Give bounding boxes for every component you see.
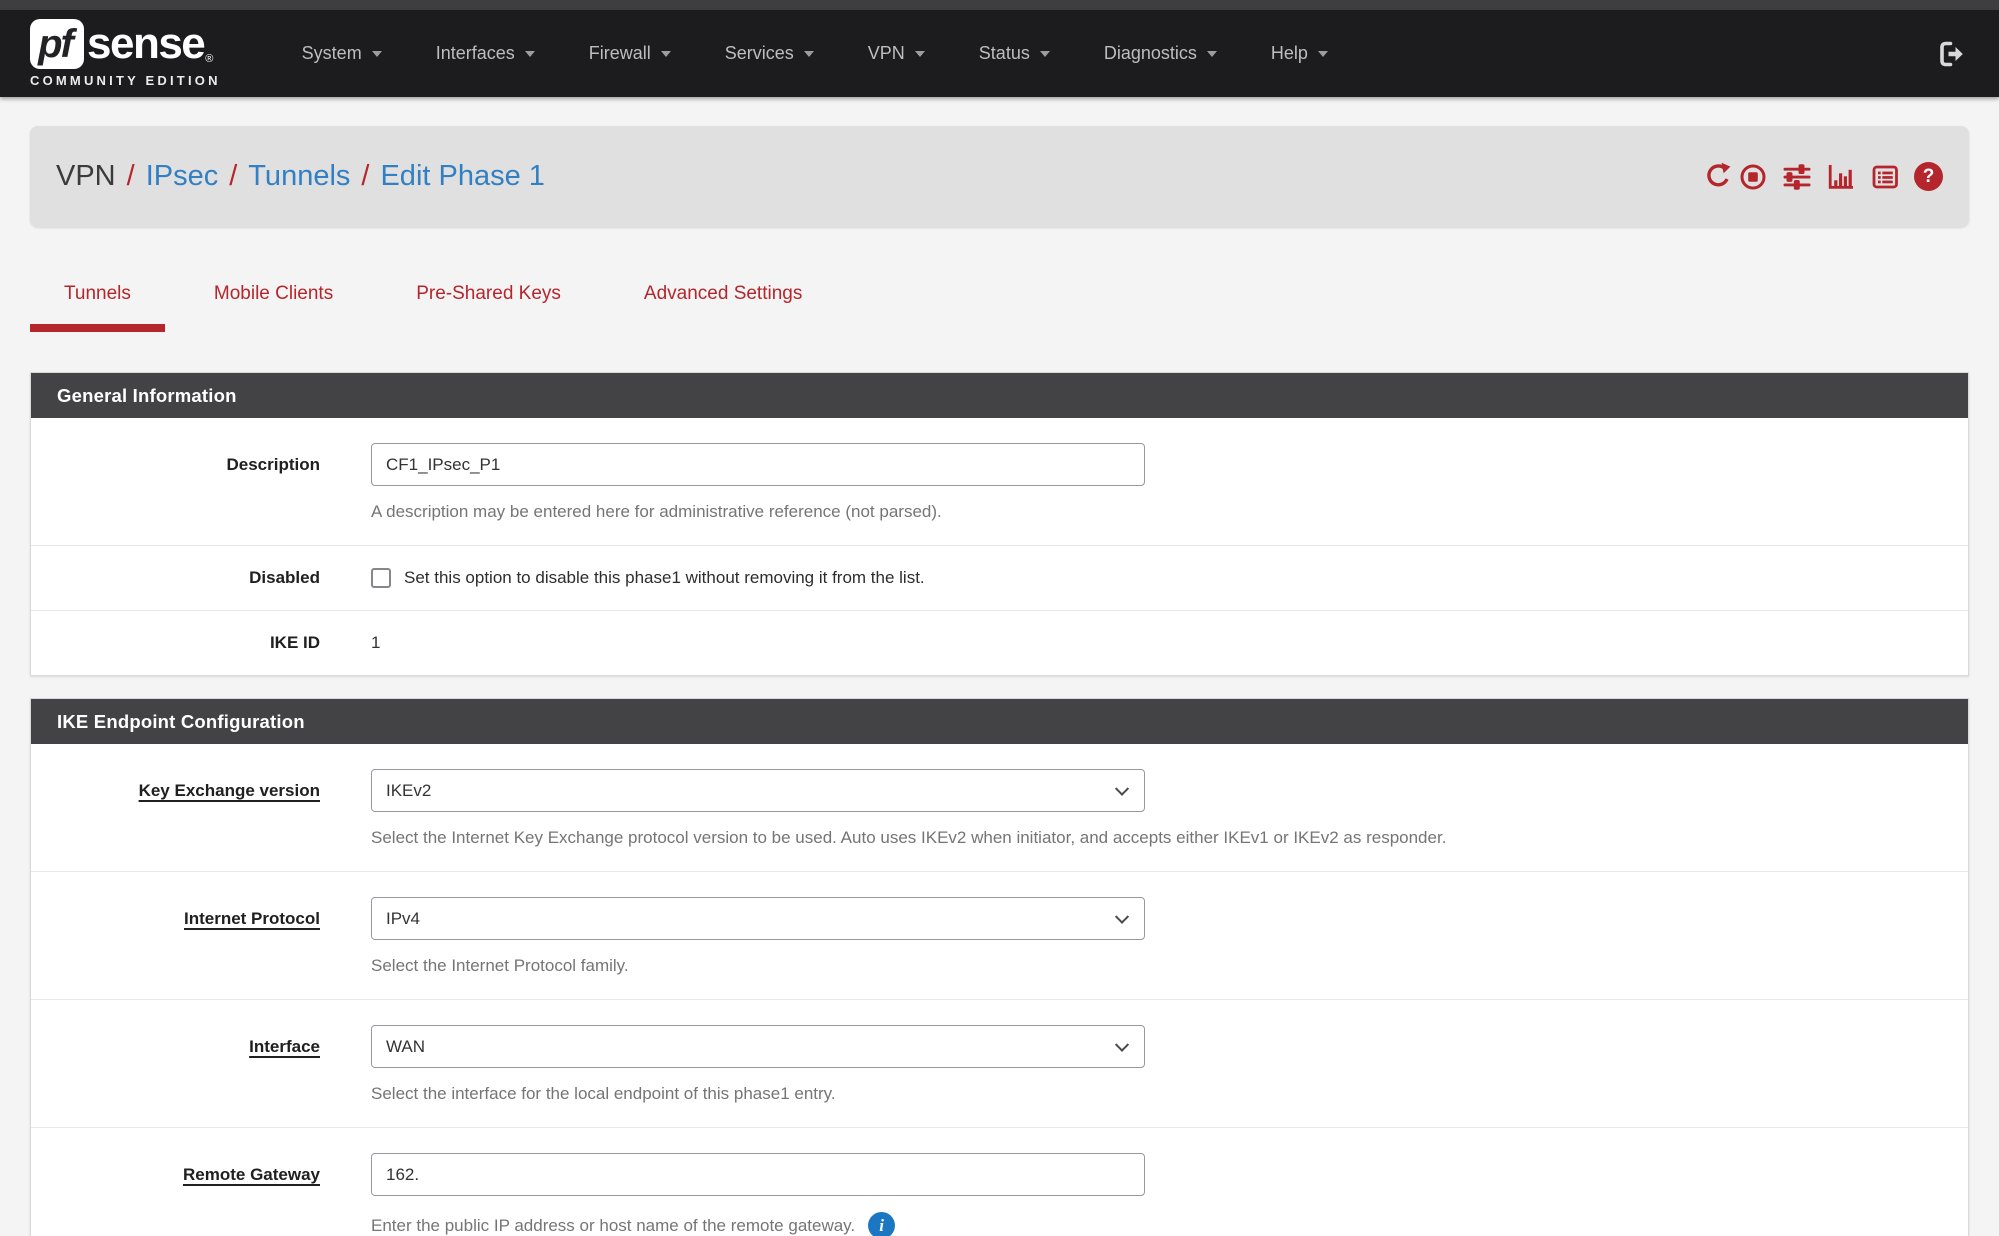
chevron-down-icon — [915, 51, 925, 57]
interface-select[interactable]: WAN — [371, 1025, 1145, 1068]
key-exchange-row: Key Exchange version IKEv2 Select the In… — [31, 744, 1968, 871]
internet-protocol-value: IPv4 — [386, 909, 420, 929]
tab-advanced-settings[interactable]: Advanced Settings — [610, 283, 836, 332]
nav-item-services[interactable]: Services — [698, 10, 841, 97]
disabled-label: Disabled — [31, 568, 320, 588]
breadcrumb-separator: / — [361, 160, 369, 193]
breadcrumb-toolbar: ? — [1703, 162, 1943, 192]
nav-item-label: Diagnostics — [1104, 43, 1197, 64]
registered-mark: ® — [205, 53, 213, 65]
nav-item-system[interactable]: System — [275, 10, 409, 97]
panel-title: General Information — [57, 385, 237, 407]
description-label: Description — [31, 443, 320, 522]
chevron-down-icon — [1040, 51, 1050, 57]
tab-tunnels[interactable]: Tunnels — [30, 283, 165, 332]
nav-item-firewall[interactable]: Firewall — [562, 10, 698, 97]
chevron-down-icon — [661, 51, 671, 57]
nav-item-label: Status — [979, 43, 1030, 64]
nav-item-label: Interfaces — [436, 43, 515, 64]
nav-item-help[interactable]: Help — [1244, 10, 1355, 97]
description-row: Description A description may be entered… — [31, 418, 1968, 545]
chevron-down-icon — [804, 51, 814, 57]
internet-protocol-row: Internet Protocol IPv4 Select the Intern… — [31, 871, 1968, 999]
chevron-down-icon — [1207, 51, 1217, 57]
description-help: A description may be entered here for ad… — [371, 502, 1968, 522]
brand-name: sense — [87, 22, 204, 66]
nav-item-label: Firewall — [589, 43, 651, 64]
interface-label: Interface — [31, 1025, 320, 1104]
log-list-icon[interactable] — [1870, 162, 1900, 192]
key-exchange-value: IKEv2 — [386, 781, 431, 801]
internet-protocol-select[interactable]: IPv4 — [371, 897, 1145, 940]
tab-bar: Tunnels Mobile Clients Pre-Shared Keys A… — [30, 283, 1969, 332]
remote-gateway-help: Enter the public IP address or host name… — [371, 1216, 855, 1236]
disabled-checkbox-label[interactable]: Set this option to disable this phase1 w… — [404, 568, 925, 588]
nav-item-vpn[interactable]: VPN — [841, 10, 952, 97]
panel-header: General Information — [31, 373, 1968, 418]
ike-id-row: IKE ID 1 — [31, 610, 1968, 675]
panel-body: Key Exchange version IKEv2 Select the In… — [31, 744, 1968, 1236]
browser-top-strip — [0, 0, 1999, 10]
nav-item-diagnostics[interactable]: Diagnostics — [1077, 10, 1244, 97]
breadcrumb-separator: / — [229, 160, 237, 193]
page-content: VPN / IPsec / Tunnels / Edit Phase 1 — [0, 126, 1999, 1236]
internet-protocol-help: Select the Internet Protocol family. — [371, 956, 1968, 976]
info-icon[interactable]: i — [868, 1212, 895, 1236]
nav-item-label: VPN — [868, 43, 905, 64]
ike-id-value: 1 — [371, 633, 380, 652]
nav-item-status[interactable]: Status — [952, 10, 1077, 97]
ike-endpoint-panel: IKE Endpoint Configuration Key Exchange … — [30, 698, 1969, 1236]
remote-gateway-row: Remote Gateway Enter the public IP addre… — [31, 1127, 1968, 1236]
breadcrumb-bar: VPN / IPsec / Tunnels / Edit Phase 1 — [30, 126, 1969, 227]
panel-title: IKE Endpoint Configuration — [57, 711, 305, 733]
refresh-icon[interactable] — [1703, 162, 1733, 192]
ike-id-label: IKE ID — [31, 633, 320, 653]
stop-icon[interactable] — [1738, 162, 1768, 192]
brand-tagline: COMMUNITY EDITION — [30, 73, 221, 88]
chevron-down-icon — [1115, 909, 1129, 923]
nav-menu: System Interfaces Firewall Services VPN … — [275, 10, 1355, 97]
main-navbar: pf sense ® COMMUNITY EDITION System Inte… — [0, 10, 1999, 97]
nav-item-label: Services — [725, 43, 794, 64]
breadcrumb-link-tunnels[interactable]: Tunnels — [248, 160, 350, 193]
bar-chart-icon[interactable] — [1826, 162, 1856, 192]
internet-protocol-label: Internet Protocol — [31, 897, 320, 976]
breadcrumb-link-ipsec[interactable]: IPsec — [146, 160, 219, 193]
disabled-checkbox[interactable] — [371, 568, 391, 588]
sign-out-icon[interactable] — [1937, 39, 1967, 69]
remote-gateway-input[interactable] — [371, 1153, 1145, 1196]
key-exchange-label: Key Exchange version — [31, 769, 320, 848]
interface-row: Interface WAN Select the interface for t… — [31, 999, 1968, 1127]
nav-item-label: System — [302, 43, 362, 64]
interface-value: WAN — [386, 1037, 425, 1057]
chevron-down-icon — [1318, 51, 1328, 57]
panel-body: Description A description may be entered… — [31, 418, 1968, 675]
panel-header: IKE Endpoint Configuration — [31, 699, 1968, 744]
nav-item-label: Help — [1271, 43, 1308, 64]
interface-help: Select the interface for the local endpo… — [371, 1084, 1968, 1104]
description-input[interactable] — [371, 443, 1145, 486]
tab-pre-shared-keys[interactable]: Pre-Shared Keys — [382, 283, 595, 332]
breadcrumb-section: VPN — [56, 160, 116, 193]
disabled-row: Disabled Set this option to disable this… — [31, 545, 1968, 610]
key-exchange-select[interactable]: IKEv2 — [371, 769, 1145, 812]
sliders-icon[interactable] — [1782, 162, 1812, 192]
breadcrumb-link-edit-phase-1[interactable]: Edit Phase 1 — [380, 160, 544, 193]
chevron-down-icon — [1115, 1037, 1129, 1051]
chevron-down-icon — [372, 51, 382, 57]
chevron-down-icon — [1115, 781, 1129, 795]
help-icon[interactable]: ? — [1914, 162, 1943, 191]
breadcrumb: VPN / IPsec / Tunnels / Edit Phase 1 — [56, 160, 545, 193]
breadcrumb-separator: / — [127, 160, 135, 193]
pf-logo-box: pf — [30, 19, 84, 69]
tab-mobile-clients[interactable]: Mobile Clients — [180, 283, 367, 332]
nav-item-interfaces[interactable]: Interfaces — [409, 10, 562, 97]
general-information-panel: General Information Description A descri… — [30, 372, 1969, 676]
remote-gateway-label: Remote Gateway — [31, 1153, 320, 1236]
chevron-down-icon — [525, 51, 535, 57]
pfsense-logo[interactable]: pf sense ® COMMUNITY EDITION — [30, 19, 221, 88]
key-exchange-help: Select the Internet Key Exchange protoco… — [371, 828, 1968, 848]
